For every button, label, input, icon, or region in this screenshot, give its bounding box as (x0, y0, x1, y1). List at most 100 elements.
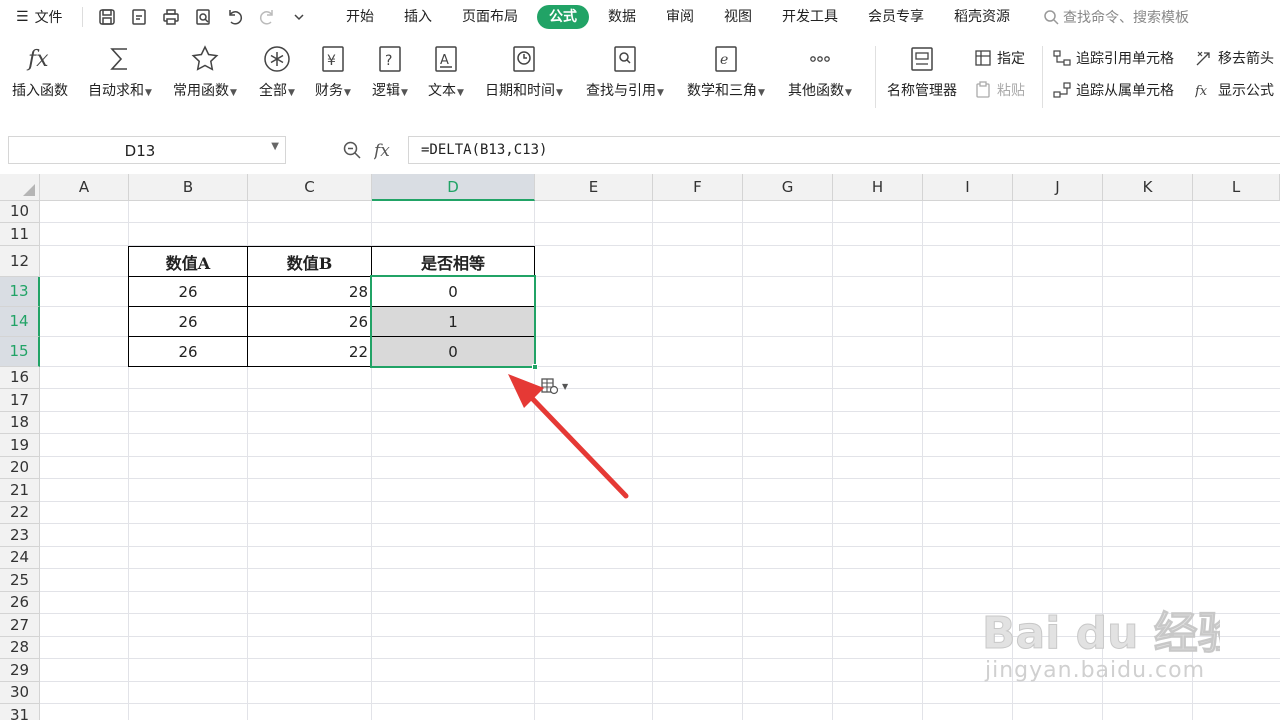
table-header-cell[interactable]: 是否相等 (371, 246, 535, 277)
column-header-a[interactable]: A (40, 174, 129, 201)
column-gridline (652, 201, 653, 720)
row-header-10[interactable]: 10 (0, 201, 40, 223)
column-header-g[interactable]: G (743, 174, 833, 201)
finance-functions-button[interactable]: ¥ 财务▼ (315, 44, 351, 100)
tab-home[interactable]: 开始 (331, 5, 389, 29)
remove-arrows-button[interactable]: 移去箭头 (1195, 48, 1274, 68)
row-header-21[interactable]: 21 (0, 479, 40, 502)
undo-icon[interactable] (225, 7, 245, 27)
paste-options-button[interactable]: ▼ (540, 376, 568, 396)
tab-developer[interactable]: 开发工具 (767, 5, 853, 29)
save-icon[interactable] (97, 7, 117, 27)
row-header-16[interactable]: 16 (0, 367, 40, 389)
row-header-31[interactable]: 31 (0, 704, 40, 720)
datetime-functions-button[interactable]: 日期和时间▼ (485, 44, 563, 100)
table-cell[interactable]: 26 (128, 336, 248, 367)
other-functions-button[interactable]: 其他函数▼ (788, 44, 852, 100)
row-header-14[interactable]: 14 (0, 307, 40, 337)
column-header-h[interactable]: H (833, 174, 923, 201)
zoom-formula-icon[interactable] (342, 140, 362, 160)
chevron-down-icon: ▼ (145, 88, 152, 98)
column-header-l[interactable]: L (1193, 174, 1280, 201)
column-header-b[interactable]: B (129, 174, 248, 201)
select-all-corner[interactable] (0, 174, 40, 201)
row-header-15[interactable]: 15 (0, 337, 40, 367)
name-box[interactable]: D13 ▼ (8, 136, 286, 164)
row-header-28[interactable]: 28 (0, 637, 40, 659)
tab-member[interactable]: 会员专享 (853, 5, 939, 29)
row-header-19[interactable]: 19 (0, 434, 40, 457)
column-header-k[interactable]: K (1103, 174, 1193, 201)
logical-functions-button[interactable]: ? 逻辑▼ (372, 44, 408, 100)
command-search[interactable]: 查找命令、搜索模板 (1043, 7, 1189, 27)
tab-review[interactable]: 审阅 (651, 5, 709, 29)
insert-function-fx-icon[interactable]: fx (374, 140, 394, 160)
all-functions-button[interactable]: 全部▼ (259, 44, 295, 100)
fill-handle[interactable] (532, 364, 538, 370)
name-manager-button[interactable]: 名称管理器 (887, 44, 957, 100)
customize-toolbar-icon[interactable] (289, 7, 309, 27)
column-header-j[interactable]: J (1013, 174, 1103, 201)
autosum-button[interactable]: 自动求和▼ (88, 44, 152, 100)
formula-input[interactable]: =DELTA(B13,C13) (408, 136, 1280, 164)
row-header-22[interactable]: 22 (0, 502, 40, 524)
lookup-functions-button[interactable]: 查找与引用▼ (586, 44, 664, 100)
common-functions-button[interactable]: 常用函数▼ (173, 44, 237, 100)
show-formulas-button[interactable]: fx 显示公式 (1195, 80, 1274, 100)
row-header-11[interactable]: 11 (0, 223, 40, 246)
row-header-13[interactable]: 13 (0, 277, 40, 307)
table-cell[interactable]: 0 (371, 336, 535, 367)
chevron-down-icon: ▼ (344, 88, 351, 98)
row-header-26[interactable]: 26 (0, 592, 40, 614)
print-icon[interactable] (161, 7, 181, 27)
table-cell[interactable]: 22 (247, 336, 372, 367)
clock-doc-icon (513, 46, 535, 72)
tab-insert[interactable]: 插入 (389, 5, 447, 29)
tab-formulas[interactable]: 公式 (537, 5, 589, 29)
print-preview-icon[interactable] (193, 7, 213, 27)
row-header-25[interactable]: 25 (0, 569, 40, 592)
column-header-c[interactable]: C (248, 174, 372, 201)
paste-name-button[interactable]: 粘贴 (974, 80, 1025, 100)
asterisk-circle-icon (264, 46, 290, 72)
tab-view[interactable]: 视图 (709, 5, 767, 29)
row-header-24[interactable]: 24 (0, 547, 40, 569)
file-menu[interactable]: ☰ 文件 (0, 7, 82, 27)
row-header-12[interactable]: 12 (0, 246, 40, 277)
yen-doc-icon: ¥ (322, 46, 344, 72)
define-name-button[interactable]: 指定 (974, 48, 1025, 68)
tab-docer[interactable]: 稻壳资源 (939, 5, 1025, 29)
table-cell[interactable]: 1 (371, 306, 535, 337)
export-pdf-icon[interactable] (129, 7, 149, 27)
table-cell[interactable]: 26 (128, 276, 248, 307)
quick-access-toolbar (82, 7, 309, 27)
row-header-17[interactable]: 17 (0, 389, 40, 412)
redo-icon[interactable] (257, 7, 277, 27)
insert-function-button[interactable]: fx 插入函数 (12, 44, 68, 100)
column-header-d[interactable]: D (372, 174, 535, 201)
row-header-20[interactable]: 20 (0, 457, 40, 479)
trace-precedents-button[interactable]: 追踪引用单元格 (1053, 48, 1174, 68)
math-functions-button[interactable]: e 数学和三角▼ (687, 44, 765, 100)
tab-data[interactable]: 数据 (593, 5, 651, 29)
cell-area[interactable]: 数值A 数值B 是否相等 26 28 0 26 26 1 26 22 0 ▼ (40, 201, 1280, 720)
row-header-23[interactable]: 23 (0, 524, 40, 547)
trace-dependents-button[interactable]: 追踪从属单元格 (1053, 80, 1174, 100)
table-cell[interactable]: 0 (371, 276, 535, 307)
table-cell[interactable]: 26 (128, 306, 248, 337)
row-gridline (40, 501, 1280, 502)
column-header-f[interactable]: F (653, 174, 743, 201)
row-header-18[interactable]: 18 (0, 412, 40, 434)
chevron-down-icon[interactable]: ▼ (271, 141, 279, 152)
table-header-cell[interactable]: 数值B (247, 246, 372, 277)
tab-page-layout[interactable]: 页面布局 (447, 5, 533, 29)
table-cell[interactable]: 26 (247, 306, 372, 337)
column-header-e[interactable]: E (535, 174, 653, 201)
row-header-27[interactable]: 27 (0, 614, 40, 637)
column-header-i[interactable]: I (923, 174, 1013, 201)
table-header-cell[interactable]: 数值A (128, 246, 248, 277)
text-functions-button[interactable]: A 文本▼ (428, 44, 464, 100)
table-cell[interactable]: 28 (247, 276, 372, 307)
row-header-29[interactable]: 29 (0, 659, 40, 682)
row-header-30[interactable]: 30 (0, 682, 40, 704)
